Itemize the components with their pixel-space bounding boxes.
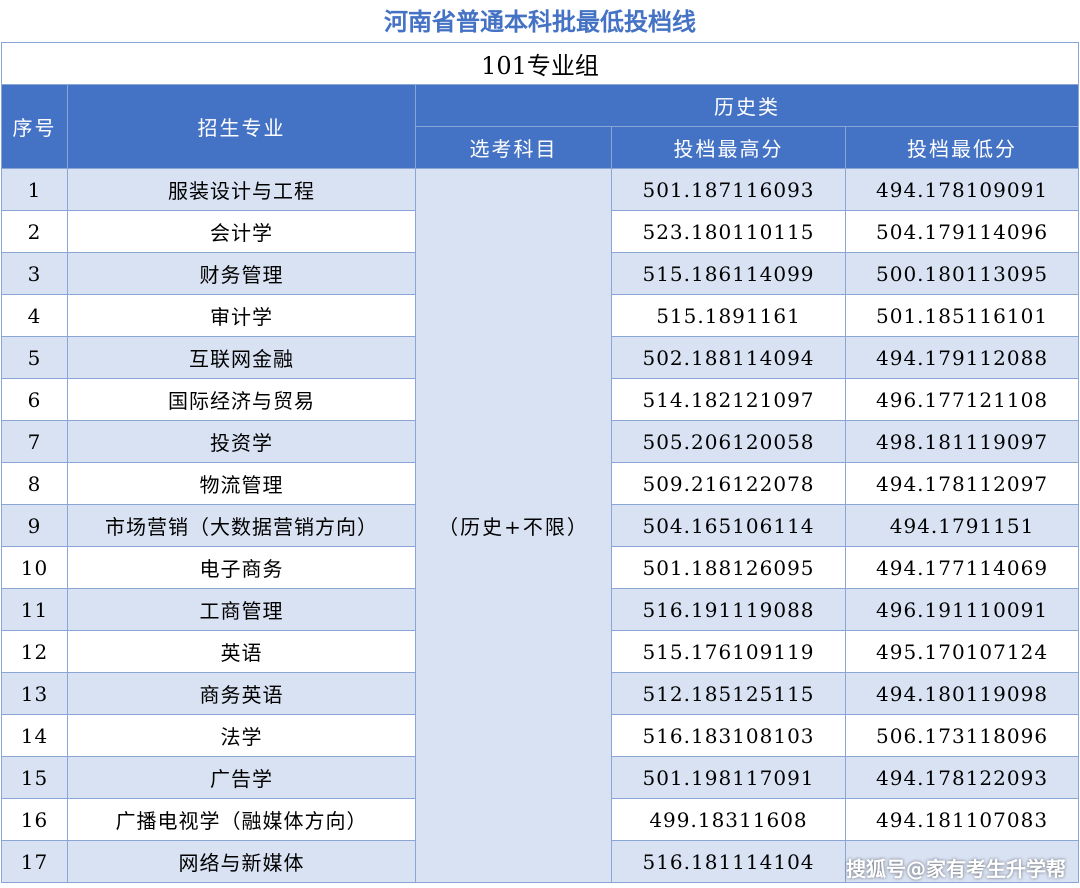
row-min-score: 494.180119098 — [844, 672, 1080, 715]
row-seq: 2 — [1, 210, 68, 253]
row-min-score: 494.178122093 — [844, 756, 1080, 799]
header-max: 投档最高分 — [611, 126, 846, 169]
row-max-score: 515.1891161 — [611, 294, 846, 337]
row-major: 工商管理 — [67, 588, 416, 631]
row-major: 市场营销（大数据营销方向） — [67, 504, 416, 547]
row-min-score: 500.180113095 — [844, 252, 1080, 295]
row-seq: 13 — [1, 672, 68, 715]
row-min-score: 494.177114069 — [844, 546, 1080, 589]
table-row: 1 服装设计与工程 （历史+不限） 501.187116093 494.17810909… — [1, 168, 1080, 883]
group-title: 101专业组 — [0, 42, 1080, 85]
row-seq: 11 — [1, 588, 68, 631]
row-seq: 16 — [1, 798, 68, 841]
row-major: 网络与新媒体 — [67, 840, 416, 883]
row-seq: 6 — [1, 378, 68, 421]
row-max-score: 515.186114099 — [611, 252, 846, 295]
row-major: 投资学 — [67, 420, 416, 463]
row-seq: 4 — [1, 294, 68, 337]
header-seq: 序号 — [1, 84, 68, 169]
row-min-score: 494.179112088 — [844, 336, 1080, 379]
row-major: 审计学 — [67, 294, 416, 337]
row-max-score: 501.187116093 — [611, 168, 846, 211]
row-min-score: 494.178112097 — [844, 462, 1080, 505]
row-major: 广播电视学（融媒体方向） — [67, 798, 416, 841]
row-major: 英语 — [67, 630, 416, 673]
row-max-score: 516.191119088 — [611, 588, 846, 631]
row-max-score: 523.180110115 — [611, 210, 846, 253]
row-seq: 5 — [1, 336, 68, 379]
row-major: 会计学 — [67, 210, 416, 253]
header-subject: 选考科目 — [415, 126, 612, 169]
row-max-score: 502.188114094 — [611, 336, 846, 379]
row-max-score: 505.206120058 — [611, 420, 846, 463]
row-max-score: 516.183108103 — [611, 714, 846, 757]
score-table: 101专业组 序号 招生专业 历史类 选考科目 投档最高分 投档最低分 1 服装设… — [0, 42, 1080, 883]
row-seq: 7 — [1, 420, 68, 463]
row-max-score: 515.176109119 — [611, 630, 846, 673]
row-seq: 10 — [1, 546, 68, 589]
row-major: 广告学 — [67, 756, 416, 799]
row-min-score: 494.178109091 — [844, 168, 1080, 211]
row-seq: 14 — [1, 714, 68, 757]
row-max-score: 499.18311608 — [611, 798, 846, 841]
row-min-score: 495.170107124 — [844, 630, 1080, 673]
row-major: 服装设计与工程 — [67, 168, 416, 211]
row-max-score: 514.182121097 — [611, 378, 846, 421]
row-min-score: 501.185116101 — [844, 294, 1080, 337]
row-min-score: 498.181119097 — [844, 420, 1080, 463]
row-seq: 8 — [1, 462, 68, 505]
watermark: 搜狐号@家有考生升学帮 — [846, 857, 1066, 881]
row-max-score: 516.181114104 — [611, 840, 846, 883]
row-major: 财务管理 — [67, 252, 416, 295]
row-max-score: 501.188126095 — [611, 546, 846, 589]
row-min-score: 494.181107083 — [844, 798, 1080, 841]
row-min-score: 496.191110091 — [844, 588, 1080, 631]
row-min-score: 504.179114096 — [844, 210, 1080, 253]
row-seq: 17 — [1, 840, 68, 883]
row-major: 商务英语 — [67, 672, 416, 715]
row-min-score: 506.173118096 — [844, 714, 1080, 757]
header-major: 招生专业 — [67, 84, 416, 169]
row-major: 物流管理 — [67, 462, 416, 505]
row-major: 电子商务 — [67, 546, 416, 589]
page-title: 河南省普通本科批最低投档线 — [384, 8, 696, 36]
row-seq: 15 — [1, 756, 68, 799]
row-major: 互联网金融 — [67, 336, 416, 379]
row-major: 法学 — [67, 714, 416, 757]
row-seq: 12 — [1, 630, 68, 673]
header-min: 投档最低分 — [844, 126, 1080, 169]
subject-cell: （历史+不限） — [415, 168, 612, 883]
row-max-score: 509.216122078 — [611, 462, 846, 505]
row-max-score: 501.198117091 — [611, 756, 846, 799]
row-min-score: 494.1791151 — [844, 504, 1080, 547]
row-major: 国际经济与贸易 — [67, 378, 416, 421]
row-seq: 3 — [1, 252, 68, 295]
row-min-score: 496.177121108 — [844, 378, 1080, 421]
header-category: 历史类 — [414, 84, 1080, 127]
row-max-score: 512.185125115 — [611, 672, 846, 715]
row-max-score: 504.165106114 — [611, 504, 846, 547]
row-seq: 1 — [1, 168, 68, 211]
row-seq: 9 — [1, 504, 68, 547]
